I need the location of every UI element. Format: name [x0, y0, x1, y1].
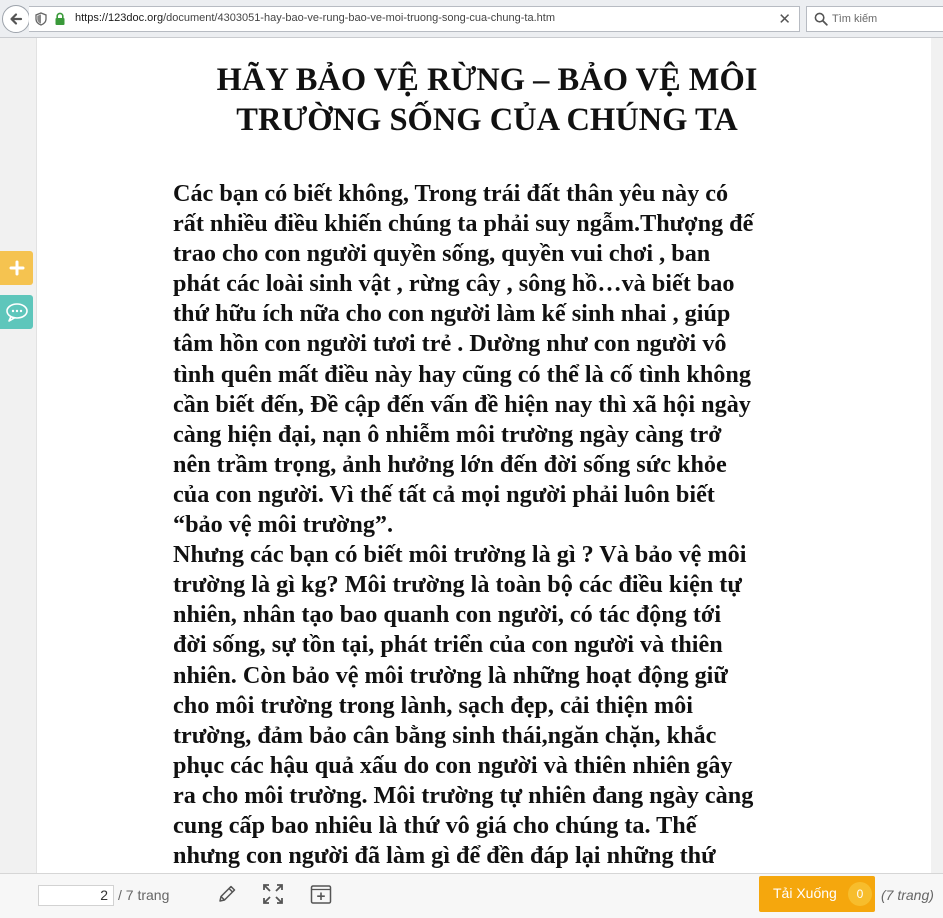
viewer-background [0, 38, 36, 873]
page-number-input[interactable]: 2 [38, 885, 114, 906]
url-host: https://123doc.org [75, 12, 164, 24]
title-line: HÃY BẢO VỆ RỪNG – BẢO VỆ MÔI [216, 62, 758, 98]
page-count-note: (7 trang) [881, 887, 934, 903]
text-line: nhưng con người đã làm gì để đền đáp lại… [173, 842, 716, 870]
fullscreen-icon[interactable] [262, 883, 284, 905]
text-line: nhiên. Còn bảo vệ môi trường là những ho… [173, 661, 728, 689]
text-line: “bảo vệ môi trường”. [173, 511, 394, 539]
title-line: TRƯỜNG SỐNG CỦA CHÚNG TA [236, 102, 738, 138]
text-line: trường là gì kg? Môi trường là toàn bộ c… [173, 571, 742, 599]
text-line: trường, đảm bảo cân bằng sinh thái,ngăn … [173, 721, 717, 749]
text-line: tình quên mất điều này hay cũng có thể l… [173, 360, 751, 388]
paragraph: Nhưng các bạn có biết môi trường là gì ?… [173, 540, 823, 871]
text-line: cho môi trường trong lành, sạch đẹp, cải… [173, 691, 693, 719]
address-bar[interactable]: https://123doc.org/document/4303051-hay-… [29, 6, 800, 32]
plus-icon [9, 260, 24, 276]
close-icon[interactable]: ✕ [778, 10, 791, 28]
text-line: trao cho con người quyền sống, quyền vui… [173, 240, 711, 268]
text-line: thứ hữu ích nữa cho con người làm kế sin… [173, 300, 731, 328]
chat-icon [5, 303, 28, 322]
pencil-icon[interactable] [216, 883, 238, 905]
text-line: phát các loài sinh vật , rừng cây , sông… [173, 270, 735, 298]
text-line: tâm hồn con người tươi trẻ . Dường như c… [173, 330, 727, 358]
search-icon [814, 12, 828, 26]
viewer-background [931, 38, 943, 873]
add-widget-button[interactable] [0, 251, 33, 285]
text-line: cần biết đến, Đề cập đến vấn đề hiện nay… [173, 390, 751, 418]
document-page: HÃY BẢO VỆ RỪNG – BẢO VỆ MÔI TRƯỜNG SỐNG… [36, 38, 931, 873]
text-line: cung cấp bao nhiêu là thứ vô giá cho chú… [173, 811, 697, 839]
text-line: Nhưng các bạn có biết môi trường là gì ?… [173, 541, 747, 569]
browser-toolbar: https://123doc.org/document/4303051-hay-… [0, 0, 943, 38]
page-total: / 7 trang [118, 887, 170, 903]
url-text: https://123doc.org/document/4303051-hay-… [75, 12, 555, 24]
search-placeholder: Tìm kiếm [832, 13, 878, 25]
text-line: rất nhiều điều khiến chúng ta phải suy n… [173, 210, 754, 238]
arrow-left-icon [10, 13, 23, 25]
chat-widget-button[interactable] [0, 295, 33, 329]
paragraph: Các bạn có biết không, Trong trái đất th… [173, 179, 823, 540]
text-line: đời sống, sự tồn tại, phát triển của con… [173, 631, 723, 659]
lock-icon[interactable] [54, 12, 66, 26]
download-label: Tải Xuống [773, 885, 837, 901]
text-line: ra cho môi trường. Môi trường tự nhiên đ… [173, 781, 754, 809]
document-body: Các bạn có biết không, Trong trái đất th… [173, 179, 823, 871]
search-input[interactable]: Tìm kiếm [806, 6, 943, 32]
add-page-icon[interactable] [310, 883, 332, 905]
document-title: HÃY BẢO VỆ RỪNG – BẢO VỆ MÔI TRƯỜNG SỐNG… [177, 60, 797, 140]
text-line: phục các hậu quả xấu do con người và thi… [173, 751, 733, 779]
text-line: của con người. Vì thế tất cả mọi người p… [173, 480, 715, 508]
download-count-badge: 0 [848, 882, 872, 906]
download-button[interactable]: Tải Xuống 0 [759, 876, 875, 912]
text-line: càng hiện đại, nạn ô nhiễm môi trường ng… [173, 420, 722, 448]
text-line: nhiên, nhân tạo bao quanh con người, có … [173, 601, 722, 629]
url-path: /document/4303051-hay-bao-ve-rung-bao-ve… [163, 12, 555, 24]
back-button[interactable] [2, 5, 30, 33]
document-toolbar: 2 / 7 trang Tải Xuống 0 (7 trang) [0, 873, 943, 918]
shield-icon[interactable] [35, 12, 47, 26]
text-line: nên trầm trọng, ảnh hưởng lớn đến đời số… [173, 450, 727, 478]
text-line: Các bạn có biết không, Trong trái đất th… [173, 180, 729, 207]
